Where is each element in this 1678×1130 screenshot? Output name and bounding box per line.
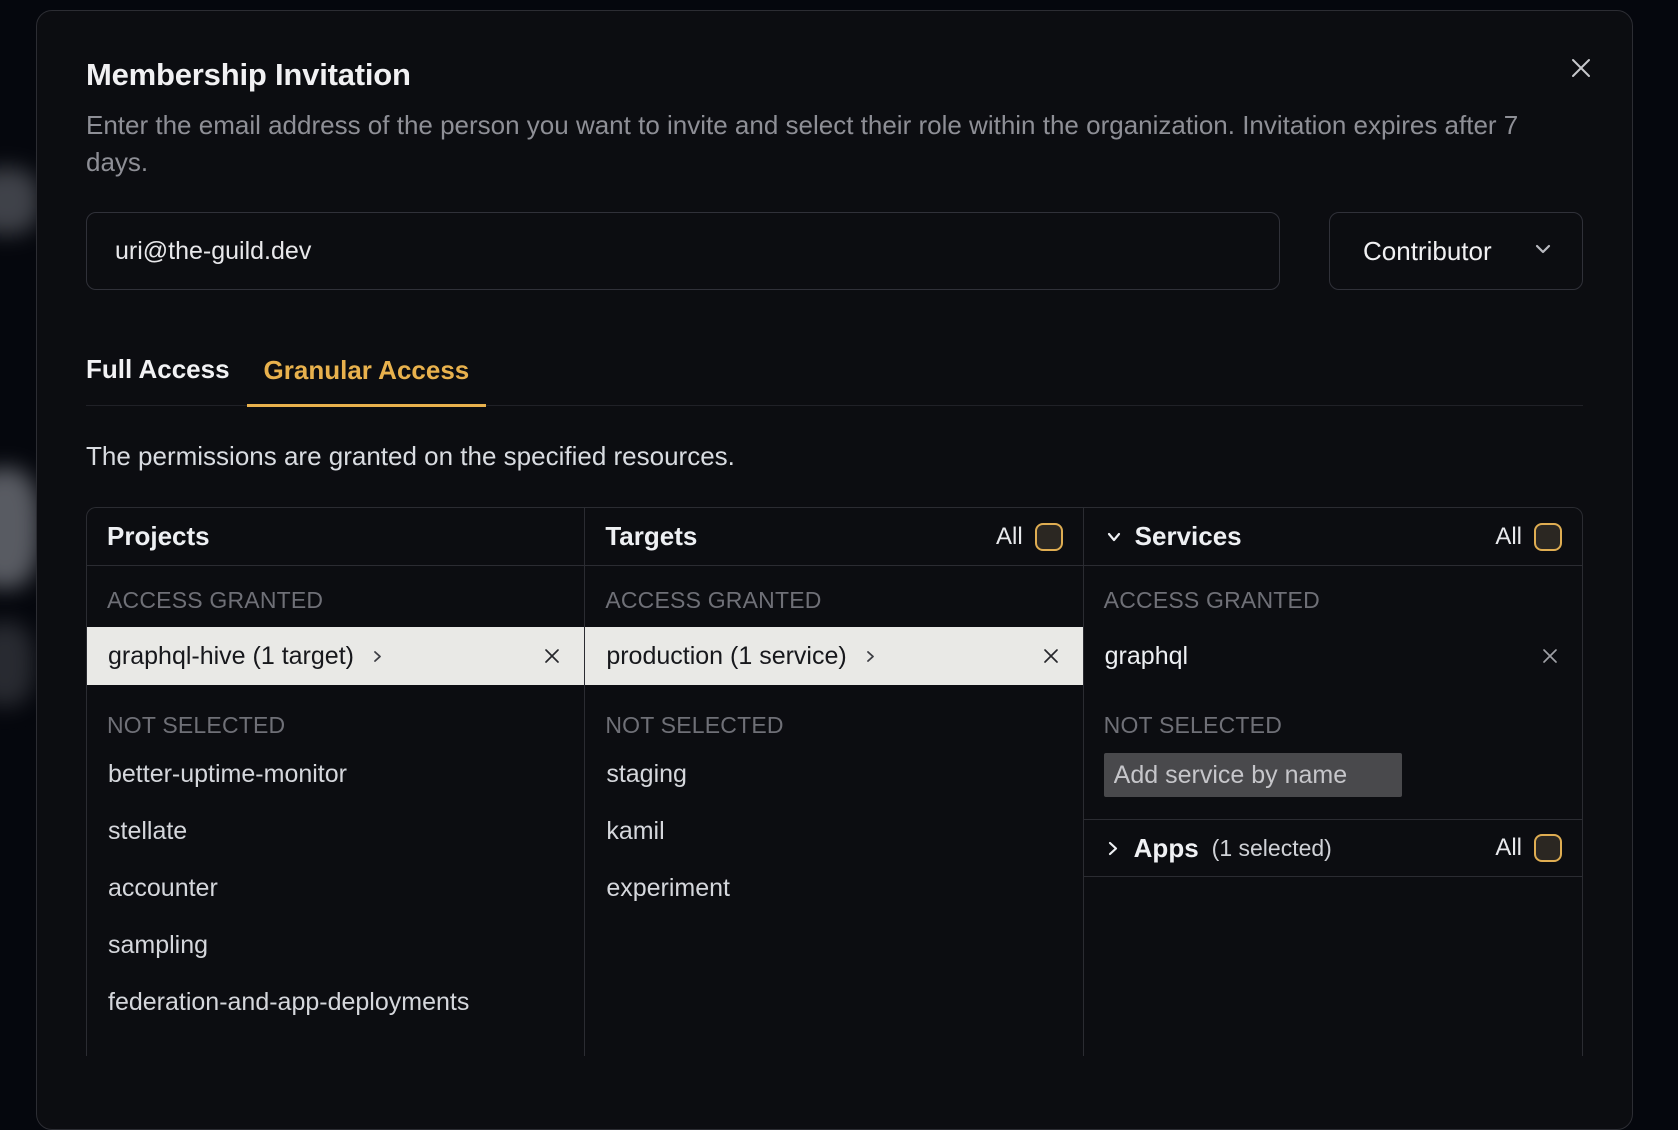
remove-service-button[interactable] bbox=[1539, 645, 1561, 667]
tab-full-access[interactable]: Full Access bbox=[86, 354, 247, 405]
remove-target-button[interactable] bbox=[1040, 645, 1062, 667]
projects-header: Projects bbox=[87, 508, 585, 565]
apps-title: Apps bbox=[1134, 833, 1199, 864]
services-header: Services All bbox=[1084, 508, 1582, 565]
projects-not-selected-label: NOT SELECTED bbox=[107, 712, 564, 739]
target-selected-row[interactable]: production (1 service) bbox=[585, 627, 1082, 685]
targets-unselected-list: staging kamil experiment bbox=[585, 746, 1082, 917]
targets-not-selected-label: NOT SELECTED bbox=[605, 712, 1062, 739]
backdrop-blur-content bbox=[0, 468, 40, 588]
close-icon bbox=[1539, 645, 1561, 667]
chevron-right-icon bbox=[1104, 840, 1121, 857]
projects-unselected-list: better-uptime-monitor stellate accounter… bbox=[87, 746, 584, 1031]
resources-table-body: ACCESS GRANTED graphql-hive (1 target) N… bbox=[87, 566, 1582, 1056]
target-item[interactable]: kamil bbox=[585, 803, 1082, 860]
dialog-title: Membership Invitation bbox=[86, 57, 1583, 93]
apps-selected-count: (1 selected) bbox=[1212, 835, 1332, 862]
add-service-input[interactable] bbox=[1104, 753, 1402, 797]
permissions-note: The permissions are granted on the speci… bbox=[86, 441, 1583, 472]
services-header-title: Services bbox=[1135, 521, 1242, 552]
targets-access-granted-label: ACCESS GRANTED bbox=[605, 587, 1062, 614]
services-column: ACCESS GRANTED graphql NOT SELECTED Ap bbox=[1084, 566, 1582, 1056]
target-selected-label: production (1 service) bbox=[606, 642, 846, 671]
close-icon bbox=[541, 645, 563, 667]
project-item[interactable]: better-uptime-monitor bbox=[87, 746, 584, 803]
services-all-label: All bbox=[1495, 523, 1522, 551]
resources-table: Projects Targets All Services All bbox=[86, 507, 1583, 1056]
dialog-description: Enter the email address of the person yo… bbox=[86, 107, 1583, 181]
target-item[interactable]: experiment bbox=[585, 860, 1082, 917]
services-all-checkbox[interactable] bbox=[1534, 523, 1562, 551]
chevron-right-icon bbox=[370, 649, 385, 664]
project-selected-row[interactable]: graphql-hive (1 target) bbox=[87, 627, 584, 685]
targets-all-checkbox[interactable] bbox=[1035, 523, 1063, 551]
remove-project-button[interactable] bbox=[541, 645, 563, 667]
role-select-value: Contributor bbox=[1363, 236, 1492, 267]
close-icon bbox=[1040, 645, 1062, 667]
service-selected-row[interactable]: graphql bbox=[1084, 627, 1582, 685]
email-input[interactable] bbox=[86, 212, 1280, 290]
role-select[interactable]: Contributor bbox=[1329, 212, 1583, 290]
apps-all-label: All bbox=[1495, 834, 1522, 862]
apps-all-wrap: All bbox=[1495, 834, 1562, 862]
access-tabs: Full Access Granular Access bbox=[86, 354, 1583, 406]
backdrop-blur-content bbox=[0, 168, 40, 234]
targets-header-title: Targets bbox=[605, 521, 697, 552]
services-access-granted-label: ACCESS GRANTED bbox=[1104, 587, 1562, 614]
project-item[interactable]: sampling bbox=[87, 917, 584, 974]
targets-header: Targets All bbox=[585, 508, 1083, 565]
chevron-down-icon[interactable] bbox=[1104, 527, 1124, 547]
projects-column: ACCESS GRANTED graphql-hive (1 target) N… bbox=[87, 566, 585, 1056]
service-selected-label: graphql bbox=[1105, 642, 1188, 671]
apps-all-checkbox[interactable] bbox=[1534, 834, 1562, 862]
targets-all-wrap: All bbox=[996, 523, 1063, 551]
apps-section-row[interactable]: Apps (1 selected) All bbox=[1084, 819, 1582, 877]
resources-table-header: Projects Targets All Services All bbox=[87, 508, 1582, 566]
services-not-selected-label: NOT SELECTED bbox=[1104, 712, 1562, 739]
chevron-right-icon bbox=[863, 649, 878, 664]
tab-granular-access[interactable]: Granular Access bbox=[247, 354, 487, 407]
target-item[interactable]: staging bbox=[585, 746, 1082, 803]
close-button[interactable] bbox=[1564, 51, 1598, 85]
invite-form-row: Contributor bbox=[86, 212, 1583, 290]
membership-invitation-dialog: Membership Invitation Enter the email ad… bbox=[36, 10, 1633, 1130]
services-all-wrap: All bbox=[1495, 523, 1562, 551]
targets-column: ACCESS GRANTED production (1 service) NO… bbox=[585, 566, 1083, 1056]
targets-all-label: All bbox=[996, 523, 1023, 551]
projects-access-granted-label: ACCESS GRANTED bbox=[107, 587, 564, 614]
project-item[interactable]: federation-and-app-deployments bbox=[87, 974, 584, 1031]
project-item[interactable]: stellate bbox=[87, 803, 584, 860]
project-selected-label: graphql-hive (1 target) bbox=[108, 642, 354, 671]
project-item[interactable]: accounter bbox=[87, 860, 584, 917]
chevron-down-icon bbox=[1532, 236, 1554, 267]
backdrop-blur-content bbox=[0, 622, 34, 706]
projects-header-title: Projects bbox=[107, 521, 210, 552]
close-icon bbox=[1566, 53, 1596, 83]
